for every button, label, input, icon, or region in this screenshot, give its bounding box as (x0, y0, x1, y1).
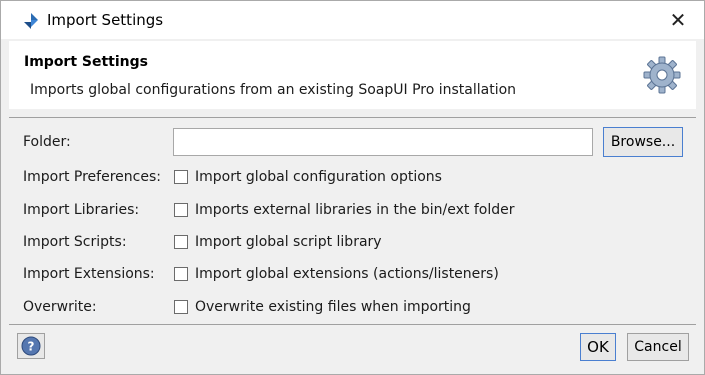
import-preferences-option-label: Import global configuration options (195, 169, 442, 185)
header-title: Import Settings (24, 54, 148, 70)
gear-icon (643, 56, 681, 94)
browse-button[interactable]: Browse... (603, 127, 683, 157)
import-preferences-option[interactable]: Import global configuration options (174, 169, 442, 185)
ok-button[interactable]: OK (580, 333, 616, 361)
folder-label: Folder: (23, 134, 71, 150)
import-libraries-option-label: Imports external libraries in the bin/ex… (195, 202, 515, 218)
soapui-logo-icon (24, 13, 38, 29)
import-extensions-label: Import Extensions: (23, 266, 155, 282)
title-bar: Import Settings ✕ (1, 1, 704, 39)
help-button[interactable]: ? (17, 333, 45, 359)
svg-text:?: ? (28, 340, 35, 354)
help-icon: ? (21, 336, 41, 356)
import-extensions-option-label: Import global extensions (actions/listen… (195, 266, 499, 282)
overwrite-option[interactable]: Overwrite existing files when importing (174, 299, 471, 315)
overwrite-label: Overwrite: (23, 299, 97, 315)
dialog-footer: ? OK Cancel (9, 325, 696, 367)
dialog-header: Import Settings Imports global configura… (9, 41, 696, 109)
overwrite-checkbox[interactable] (174, 300, 188, 314)
import-libraries-checkbox[interactable] (174, 203, 188, 217)
import-scripts-option-label: Import global script library (195, 234, 382, 250)
header-description: Imports global configurations from an ex… (30, 82, 517, 98)
import-form: Folder: Browse... Import Preferences: Im… (9, 118, 696, 324)
cancel-button[interactable]: Cancel (627, 333, 689, 361)
folder-input[interactable] (173, 128, 593, 156)
window-title: Import Settings (47, 11, 164, 29)
import-extensions-checkbox[interactable] (174, 267, 188, 281)
import-scripts-option[interactable]: Import global script library (174, 234, 382, 250)
import-preferences-label: Import Preferences: (23, 169, 161, 185)
import-scripts-checkbox[interactable] (174, 235, 188, 249)
import-scripts-label: Import Scripts: (23, 234, 127, 250)
overwrite-option-label: Overwrite existing files when importing (195, 299, 471, 315)
import-libraries-option[interactable]: Imports external libraries in the bin/ex… (174, 202, 515, 218)
import-libraries-label: Import Libraries: (23, 202, 140, 218)
close-button[interactable]: ✕ (666, 8, 690, 32)
import-extensions-option[interactable]: Import global extensions (actions/listen… (174, 266, 499, 282)
import-preferences-checkbox[interactable] (174, 170, 188, 184)
import-settings-dialog: Import Settings ✕ Import Settings Import… (0, 0, 705, 375)
